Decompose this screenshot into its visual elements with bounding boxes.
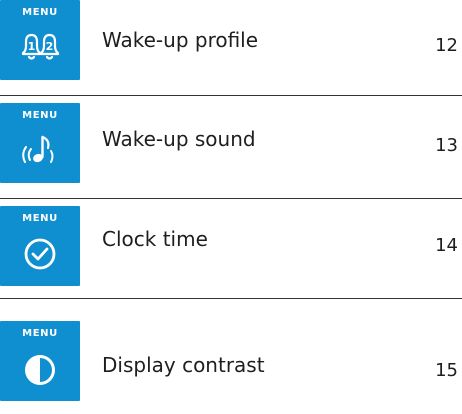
menu-tile: MENU 1 2 bbox=[0, 0, 80, 80]
menu-tile: MENU bbox=[0, 321, 80, 401]
svg-text:2: 2 bbox=[46, 40, 54, 53]
menu-label: MENU bbox=[22, 110, 58, 121]
divider bbox=[0, 198, 462, 199]
clock-check-icon bbox=[24, 238, 56, 270]
divider bbox=[0, 95, 462, 96]
music-note-sound-icon bbox=[22, 135, 54, 163]
entry-title: Wake-up sound bbox=[102, 127, 256, 151]
entry-title: Display contrast bbox=[102, 353, 265, 377]
page-number: 14 bbox=[435, 235, 458, 256]
divider bbox=[0, 298, 462, 299]
menu-label: MENU bbox=[22, 213, 58, 224]
page-number: 15 bbox=[435, 360, 458, 381]
entry-wake-up-profile[interactable]: MENU 1 2 Wake-up profile 12 bbox=[0, 0, 462, 80]
svg-text:1: 1 bbox=[28, 40, 36, 53]
bell-1-2-icon: 1 2 bbox=[21, 33, 60, 60]
entry-clock-time[interactable]: MENU Clock time 14 bbox=[0, 206, 462, 286]
entry-title: Wake-up profile bbox=[102, 28, 259, 52]
page-number: 12 bbox=[435, 35, 458, 56]
entry-title: Clock time bbox=[102, 227, 208, 251]
menu-tile: MENU bbox=[0, 206, 80, 286]
contrast-icon bbox=[25, 355, 55, 385]
menu-label: MENU bbox=[22, 7, 58, 18]
menu-tile: MENU bbox=[0, 103, 80, 183]
page-number: 13 bbox=[435, 135, 458, 156]
menu-label: MENU bbox=[22, 328, 58, 339]
entry-wake-up-sound[interactable]: MENU Wake-up sound 13 bbox=[0, 103, 462, 183]
entry-display-contrast[interactable]: MENU Display contrast 15 bbox=[0, 321, 462, 401]
